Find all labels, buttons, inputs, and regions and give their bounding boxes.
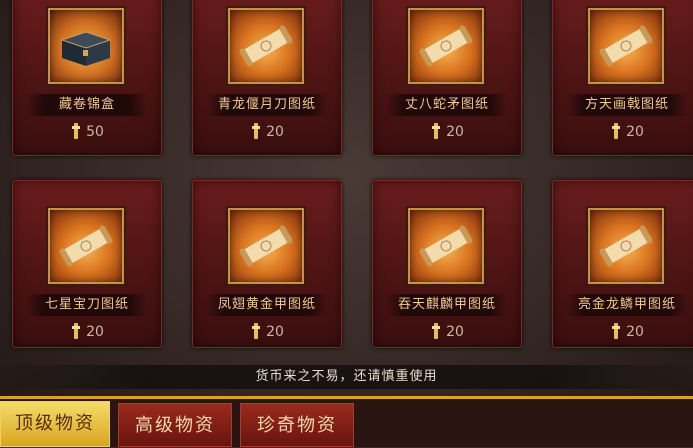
item-name: 七星宝刀图纸 (26, 294, 148, 316)
box-icon (48, 8, 124, 84)
tab-bar: 顶级物资 高级物资 珍奇物资 (0, 396, 693, 447)
item-cost-value: 20 (446, 124, 464, 140)
scroll-icon (228, 208, 304, 284)
item-name: 凤翅黄金甲图纸 (206, 294, 328, 316)
item-name: 吞天麒麟甲图纸 (386, 294, 508, 316)
item-cost-value: 20 (446, 324, 464, 340)
token-icon (430, 123, 442, 139)
item-name: 丈八蛇矛图纸 (386, 94, 508, 116)
scroll-icon (588, 208, 664, 284)
shop-item-card[interactable]: 吞天麒麟甲图纸 20 (372, 180, 522, 348)
item-cost-value: 50 (86, 124, 104, 140)
notice-text: 货币来之不易，还请慎重使用 (255, 369, 438, 384)
scroll-icon (408, 8, 484, 84)
notice-bar: 货币来之不易，还请慎重使用 (0, 365, 693, 389)
item-cost: 20 (552, 122, 693, 142)
token-icon (430, 323, 442, 339)
tab-rare-supplies[interactable]: 珍奇物资 (240, 403, 354, 447)
item-cost: 20 (372, 322, 522, 342)
token-icon (250, 123, 262, 139)
item-cost-value: 20 (626, 324, 644, 340)
tab-top-supplies[interactable]: 顶级物资 (0, 401, 110, 447)
scroll-icon (48, 208, 124, 284)
scroll-icon (588, 8, 664, 84)
item-name: 方天画戟图纸 (566, 94, 688, 116)
item-cost: 50 (12, 122, 162, 142)
shop-item-card[interactable]: 亮金龙鳞甲图纸 20 (552, 180, 693, 348)
item-cost-value: 20 (626, 124, 644, 140)
item-cost: 20 (192, 322, 342, 342)
token-icon (610, 123, 622, 139)
shop-item-card[interactable]: 青龙偃月刀图纸 20 (192, 0, 342, 156)
item-name: 青龙偃月刀图纸 (206, 94, 328, 116)
shop-item-card[interactable]: 凤翅黄金甲图纸 20 (192, 180, 342, 348)
item-name: 亮金龙鳞甲图纸 (566, 294, 688, 316)
item-cost: 20 (192, 122, 342, 142)
item-cost-value: 20 (266, 324, 284, 340)
item-cost: 20 (372, 122, 522, 142)
item-cost: 20 (552, 322, 693, 342)
token-icon (70, 323, 82, 339)
token-icon (70, 123, 82, 139)
item-cost: 20 (12, 322, 162, 342)
token-icon (610, 323, 622, 339)
shop-item-card[interactable]: 丈八蛇矛图纸 20 (372, 0, 522, 156)
shop-item-card[interactable]: 七星宝刀图纸 20 (12, 180, 162, 348)
tab-advanced-supplies[interactable]: 高级物资 (118, 403, 232, 447)
shop-item-card[interactable]: 方天画戟图纸 20 (552, 0, 693, 156)
item-name: 藏卷锦盒 (26, 94, 148, 116)
item-cost-value: 20 (86, 324, 104, 340)
item-grid: 藏卷锦盒 50 青龙偃月刀图纸 20 丈八蛇矛图纸 20 方天画戟图纸 20 七… (0, 0, 693, 364)
scroll-icon (408, 208, 484, 284)
shop-item-card[interactable]: 藏卷锦盒 50 (12, 0, 162, 156)
token-icon (250, 323, 262, 339)
scroll-icon (228, 8, 304, 84)
item-cost-value: 20 (266, 124, 284, 140)
